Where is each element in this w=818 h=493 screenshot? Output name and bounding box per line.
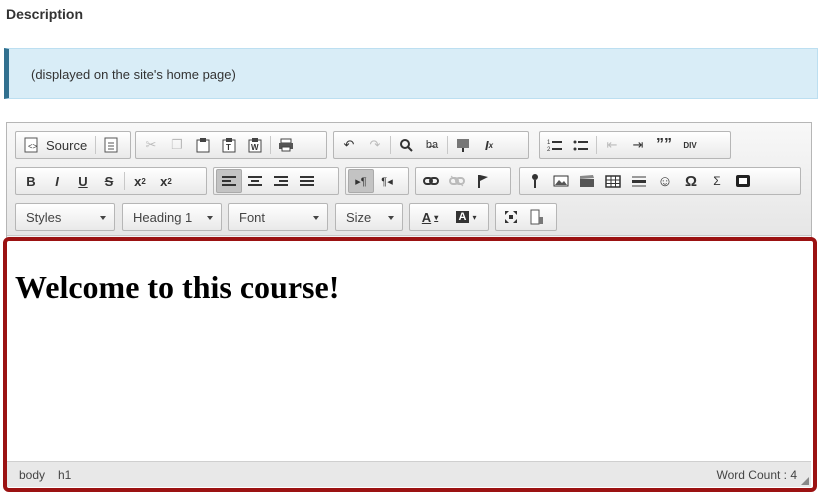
text-color-icon: A bbox=[421, 209, 432, 225]
font-dropdown[interactable]: Font bbox=[228, 203, 328, 231]
toolbar-separator bbox=[270, 136, 271, 154]
superscript-icon[interactable]: x2 bbox=[153, 169, 179, 193]
links-group bbox=[415, 167, 511, 195]
font-value: Font bbox=[239, 209, 266, 225]
alignment-group bbox=[213, 167, 339, 195]
size-dropdown[interactable]: Size bbox=[335, 203, 403, 231]
link-icon[interactable] bbox=[418, 169, 444, 193]
toolbar-separator bbox=[447, 136, 448, 154]
resize-handle[interactable] bbox=[801, 477, 809, 485]
paste-icon[interactable] bbox=[190, 133, 216, 157]
svg-text:1: 1 bbox=[547, 140, 551, 146]
text-rtl-icon[interactable]: ¶◂ bbox=[374, 169, 400, 193]
italic-button[interactable]: I bbox=[44, 169, 70, 193]
direction-group: ▸¶ ¶◂ bbox=[345, 167, 409, 195]
editor-content-area[interactable]: Welcome to this course! bbox=[3, 237, 817, 492]
basic-styles-group: B I U S x2 x2 bbox=[15, 167, 207, 195]
smiley-icon[interactable]: ☺ bbox=[652, 169, 678, 193]
copy-icon[interactable]: ❐ bbox=[164, 133, 190, 157]
svg-text:W: W bbox=[251, 143, 259, 152]
svg-text:<>: <> bbox=[28, 142, 38, 151]
indent-icon[interactable]: ⇥ bbox=[625, 133, 651, 157]
blockquote-icon[interactable]: ”” bbox=[651, 133, 677, 157]
editing-group: ↶ ↷ b̶a Ix bbox=[333, 131, 529, 159]
media-clapper-icon[interactable] bbox=[574, 169, 600, 193]
chevron-down-icon: ▾ bbox=[472, 212, 477, 222]
toolbar-separator bbox=[596, 136, 597, 154]
strikethrough-button[interactable]: S bbox=[96, 169, 122, 193]
tools-group bbox=[495, 203, 557, 231]
paragraph-group: 12 ⇤ ⇥ ”” DIV bbox=[539, 131, 731, 159]
info-text: (displayed on the site's home page) bbox=[31, 67, 236, 82]
templates-icon[interactable] bbox=[98, 133, 124, 157]
clipboard-group: ✂ ❐ T W bbox=[135, 131, 327, 159]
justify-icon[interactable] bbox=[294, 169, 320, 193]
align-left-icon[interactable] bbox=[216, 169, 242, 193]
remove-format-icon[interactable]: Ix bbox=[476, 133, 502, 157]
editor-statusbar: body h1 Word Count : 4 bbox=[7, 461, 811, 487]
maximize-icon[interactable] bbox=[498, 205, 524, 229]
background-color-button[interactable]: A ▾ bbox=[448, 205, 484, 229]
special-char-icon[interactable]: Ω bbox=[678, 169, 704, 193]
chevron-down-icon bbox=[207, 216, 213, 220]
text-color-button[interactable]: A ▾ bbox=[412, 205, 448, 229]
show-blocks-icon[interactable] bbox=[524, 205, 550, 229]
subscript-icon[interactable]: x2 bbox=[127, 169, 153, 193]
bulleted-list-icon[interactable] bbox=[568, 133, 594, 157]
outdent-icon[interactable]: ⇤ bbox=[599, 133, 625, 157]
create-div-icon[interactable]: DIV bbox=[677, 133, 703, 157]
table-icon[interactable] bbox=[600, 169, 626, 193]
math-formula-icon[interactable]: Σ bbox=[704, 169, 730, 193]
size-value: Size bbox=[346, 209, 372, 225]
bold-button[interactable]: B bbox=[18, 169, 44, 193]
editor-heading[interactable]: Welcome to this course! bbox=[15, 269, 339, 306]
info-box: (displayed on the site's home page) bbox=[4, 48, 818, 99]
format-value: Heading 1 bbox=[133, 209, 193, 225]
chevron-down-icon bbox=[100, 216, 106, 220]
rich-text-editor: <> Source ✂ ❐ T W ↶ ↷ b̶a I x 1 2 ⇤ ⇥ ””… bbox=[3, 122, 817, 492]
format-dropdown[interactable]: Heading 1 bbox=[122, 203, 222, 231]
styles-dropdown[interactable]: Styles bbox=[15, 203, 115, 231]
toolbar-separator bbox=[95, 136, 97, 154]
insert-group: ☺ Ω Σ bbox=[519, 167, 801, 195]
replace-icon[interactable]: b̶a bbox=[419, 133, 445, 157]
svg-text:T: T bbox=[226, 143, 231, 152]
iframe-icon[interactable] bbox=[730, 169, 756, 193]
editor-toolbar: <> Source ✂ ❐ T W ↶ ↷ b̶a I x 1 2 ⇤ ⇥ ””… bbox=[7, 123, 811, 236]
chevron-down-icon bbox=[313, 216, 319, 220]
horizontal-line-icon[interactable] bbox=[626, 169, 652, 193]
numbered-list-icon[interactable]: 12 bbox=[542, 133, 568, 157]
source-button[interactable]: Source bbox=[46, 138, 87, 153]
toolbar-separator bbox=[390, 136, 391, 154]
redo-icon[interactable]: ↷ bbox=[362, 133, 388, 157]
text-ltr-icon[interactable]: ▸¶ bbox=[348, 169, 374, 193]
chevron-down-icon: ▾ bbox=[434, 212, 439, 222]
select-all-icon[interactable] bbox=[450, 133, 476, 157]
anchor-flag-icon[interactable] bbox=[470, 169, 496, 193]
undo-icon[interactable]: ↶ bbox=[336, 133, 362, 157]
underline-button[interactable]: U bbox=[70, 169, 96, 193]
toolbar-separator bbox=[124, 172, 125, 190]
find-icon[interactable] bbox=[393, 133, 419, 157]
insert-mic-icon[interactable] bbox=[522, 169, 548, 193]
styles-value: Styles bbox=[26, 209, 62, 225]
colors-group: A ▾ A ▾ bbox=[409, 203, 489, 231]
path-item-h1[interactable]: h1 bbox=[58, 468, 71, 482]
align-center-icon[interactable] bbox=[242, 169, 268, 193]
description-label: Description bbox=[6, 6, 84, 22]
document-group: <> Source bbox=[15, 131, 131, 159]
svg-text:2: 2 bbox=[547, 147, 551, 152]
image-icon[interactable] bbox=[548, 169, 574, 193]
chevron-down-icon bbox=[388, 216, 394, 220]
unlink-icon[interactable] bbox=[444, 169, 470, 193]
print-icon[interactable] bbox=[273, 133, 299, 157]
background-color-icon: A bbox=[455, 211, 470, 223]
paste-word-icon[interactable]: W bbox=[242, 133, 268, 157]
path-item-body[interactable]: body bbox=[19, 468, 45, 482]
word-count: Word Count : 4 bbox=[716, 468, 797, 482]
cut-icon[interactable]: ✂ bbox=[138, 133, 164, 157]
align-right-icon[interactable] bbox=[268, 169, 294, 193]
paste-text-icon[interactable]: T bbox=[216, 133, 242, 157]
source-icon[interactable]: <> bbox=[18, 133, 44, 157]
